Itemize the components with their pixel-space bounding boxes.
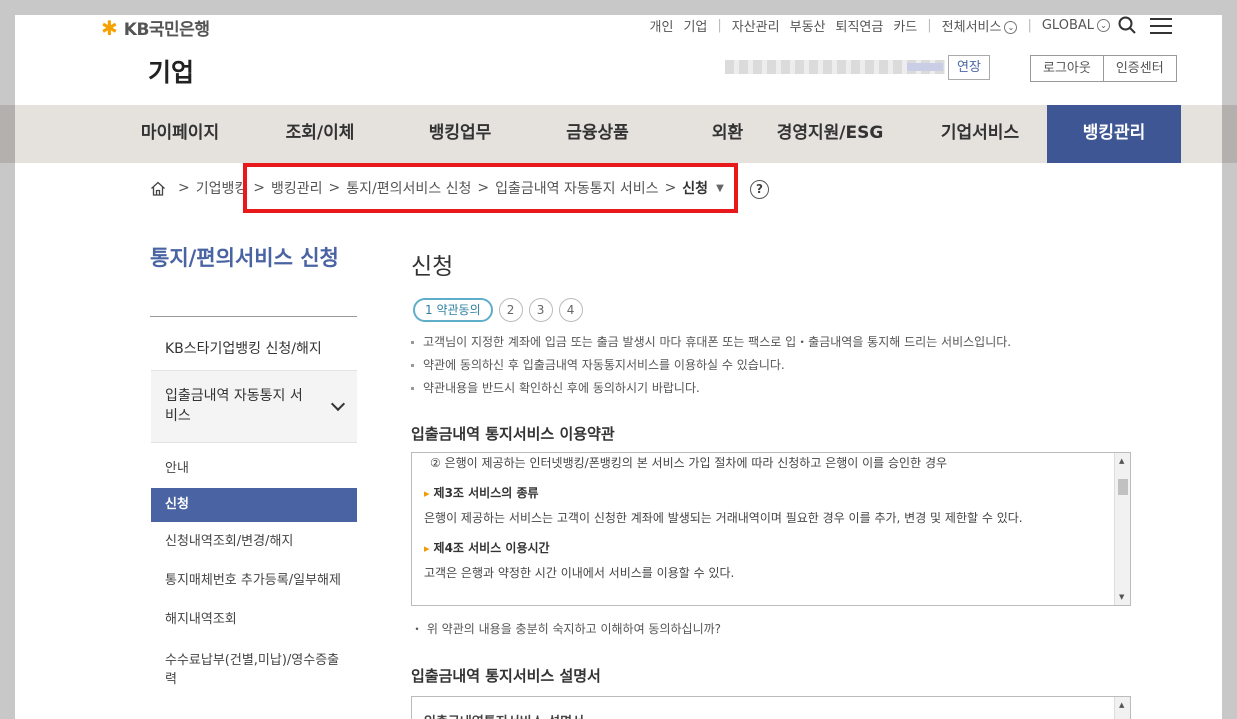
step-indicator: 1 약관동의 2 3 4 (413, 298, 583, 322)
terms-article-body: 은행이 제공하는 서비스는 고객이 신청한 계좌에 발생되는 거래내역이며 필요… (424, 511, 1023, 525)
masked-session-time (907, 63, 943, 71)
annotation-highlight-box (243, 163, 738, 213)
global-nav: 마이페이지 조회/이체 뱅킹업무 금융상품 외환 경영지원/ESG 기업서비스 … (15, 105, 1222, 163)
note-item: 약관내용을 반드시 확인하신 후에 동의하시기 바랍니다. (411, 377, 1011, 400)
chevron-down-icon: ⌄ (1097, 19, 1110, 32)
search-icon[interactable] (1118, 16, 1136, 34)
side-menu: KB스타기업뱅킹 신청/해지 입출금내역 자동통지 서비스 안내 신청 신청내역… (151, 328, 357, 699)
gnb-item-mypage[interactable]: 마이페이지 (110, 105, 250, 163)
gnb-item-management-esg[interactable]: 경영지원/ESG (770, 105, 890, 163)
terms-article-title: 제4조 서비스 이용시간 (424, 536, 1118, 561)
agree-question-text: 위 약관의 내용을 충분히 숙지하고 이해하여 동의하십니까? (426, 622, 722, 636)
side-sub-guide[interactable]: 안내 (151, 449, 357, 488)
divider: | (927, 18, 932, 33)
extend-session-button[interactable]: 연장 (948, 55, 990, 80)
util-link-corporate[interactable]: 기업 (683, 16, 707, 35)
help-icon[interactable]: ? (750, 180, 769, 199)
desc-section-title: 입출금내역 통지서비스 설명서 (411, 667, 601, 685)
scroll-up-icon[interactable]: ▲ (1119, 457, 1124, 465)
scroll-up-icon[interactable]: ▲ (1119, 701, 1124, 709)
step-1: 1 약관동의 (413, 298, 493, 322)
side-item-label: 입출금내역 자동통지 서비스 (165, 388, 303, 424)
scroll-thumb[interactable] (1118, 479, 1128, 495)
util-link-wealth[interactable]: 자산관리 (732, 16, 780, 35)
note-item: 약관에 동의하신 후 입출금내역 자동통지서비스를 이용하실 수 있습니다. (411, 354, 1011, 377)
divider: | (1027, 18, 1032, 33)
side-sub-fee-receipt[interactable]: 수수료납부(건별,미납)/영수증출력 (151, 639, 357, 699)
gnb-item-banking-admin[interactable]: 뱅킹관리 (1047, 105, 1181, 163)
kb-logo[interactable]: ✱ KB국민은행 (101, 15, 210, 41)
page-title: 기업 (148, 58, 195, 87)
all-services-label: 전체서비스 (941, 20, 1002, 35)
utility-nav: 개인 기업 | 자산관리 부동산 퇴직연금 카드 | 전체서비스 ⌄ | GLOB… (640, 16, 1172, 35)
util-link-card[interactable]: 카드 (893, 16, 917, 35)
logo-text: KB국민은행 (123, 20, 210, 40)
guide-notes: 고객님이 지정한 계좌에 입금 또는 출금 발생시 마다 휴대폰 또는 팩스로 … (411, 331, 1011, 400)
side-sub-number-register[interactable]: 통지매체번호 추가등록/일부해제 (151, 561, 357, 600)
terms-scroll-box[interactable]: ② 은행이 제공하는 인터넷뱅킹/폰뱅킹의 본 서비스 가입 절차에 따라 신청… (411, 452, 1131, 606)
side-sub-apply[interactable]: 신청 (151, 488, 357, 522)
desc-box-title: 입출금내역통지서비스 설명서 (412, 697, 1130, 719)
step-2: 2 (498, 298, 523, 322)
chevron-up-icon (330, 396, 346, 412)
account-buttons: 로그아웃 인증센터 (1030, 55, 1177, 82)
side-item-kbstar-apply[interactable]: KB스타기업뱅킹 신청/해지 (151, 328, 357, 371)
scroll-down-icon[interactable]: ▼ (1119, 593, 1124, 601)
side-gray-strip-left (0, 105, 15, 163)
global-label: GLOBAL (1041, 18, 1094, 33)
global-link[interactable]: GLOBAL ⌄ (1042, 18, 1110, 33)
terms-article-title: 제3조 서비스의 종류 (424, 481, 1118, 506)
content-title: 신청 (411, 254, 454, 280)
side-gray-strip-right (1222, 105, 1237, 163)
terms-article-body: 고객은 은행과 약정한 시간 이내에서 서비스를 이용할 수 있다. (424, 566, 735, 580)
gnb-item-banking-work[interactable]: 뱅킹업무 (390, 105, 530, 163)
divider (150, 316, 357, 317)
all-services-link[interactable]: 전체서비스 ⌄ (942, 16, 1018, 35)
home-icon[interactable] (150, 181, 166, 196)
side-item-auto-notice[interactable]: 입출금내역 자동통지 서비스 (151, 371, 357, 443)
hamburger-menu-icon[interactable] (1150, 18, 1172, 34)
gnb-item-products[interactable]: 금융상품 (530, 105, 665, 163)
step-3: 3 (528, 298, 553, 322)
cert-center-button[interactable]: 인증센터 (1103, 55, 1177, 82)
page-frame: ✱ KB국민은행 개인 기업 | 자산관리 부동산 퇴직연금 카드 | 전체서비… (15, 15, 1222, 719)
scrollbar[interactable]: ▲ ▼ (1114, 453, 1130, 605)
side-menu-title: 통지/편의서비스 신청 (150, 246, 339, 270)
agree-question: ・ 위 약관의 내용을 충분히 숙지하고 이해하여 동의하십니까? (411, 622, 722, 636)
step-4: 4 (558, 298, 583, 322)
util-link-pension[interactable]: 퇴직연금 (836, 16, 884, 35)
gnb-item-inquiry-transfer[interactable]: 조회/이체 (250, 105, 390, 163)
chevron-down-icon: ⌄ (1004, 21, 1018, 34)
logout-button[interactable]: 로그아웃 (1030, 55, 1104, 82)
side-sub-inquiry-change[interactable]: 신청내역조회/변경/해지 (151, 522, 357, 561)
gnb-item-corp-service[interactable]: 기업서비스 (905, 105, 1055, 163)
desc-scroll-box[interactable]: 입출금내역통지서비스 설명서 ▲ (411, 696, 1131, 719)
scrollbar[interactable]: ▲ (1114, 697, 1130, 719)
divider: | (717, 18, 722, 33)
kb-star-icon: ✱ (101, 15, 118, 40)
note-item: 고객님이 지정한 계좌에 입금 또는 출금 발생시 마다 휴대폰 또는 팩스로 … (411, 331, 1011, 354)
breadcrumb-item-corp-banking[interactable]: 기업뱅킹 (196, 178, 248, 198)
chevron-right-icon: > (178, 180, 190, 196)
terms-section-title: 입출금내역 통지서비스 이용약관 (411, 425, 615, 443)
util-link-realestate[interactable]: 부동산 (790, 16, 826, 35)
side-sub-cancel-history[interactable]: 해지내역조회 (151, 600, 357, 639)
terms-line: ② 은행이 제공하는 인터넷뱅킹/폰뱅킹의 본 서비스 가입 절차에 따라 신청… (430, 456, 948, 470)
util-link-personal[interactable]: 개인 (650, 16, 674, 35)
